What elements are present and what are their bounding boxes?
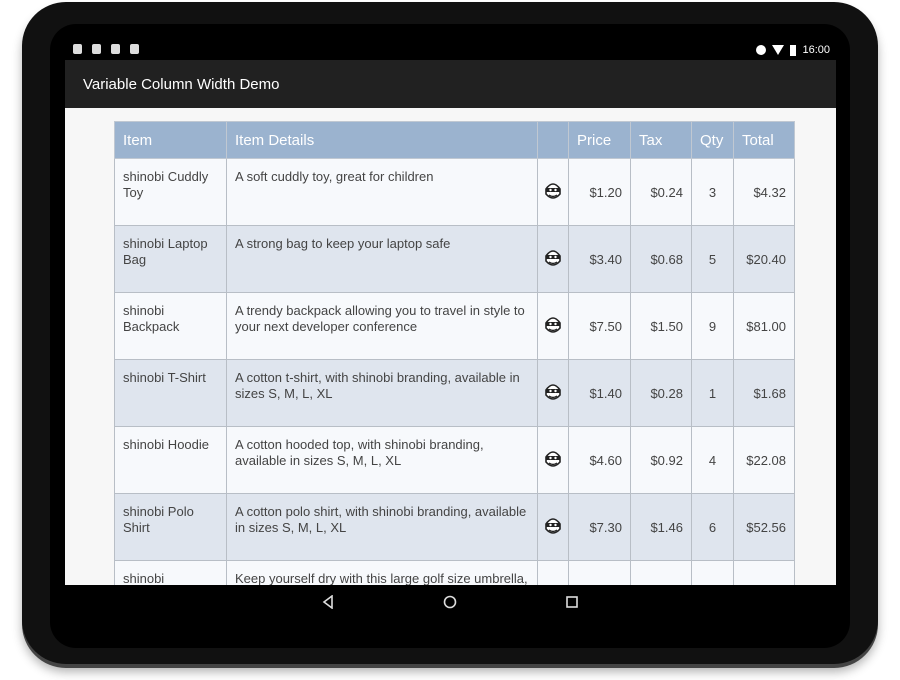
cell-details: A cotton polo shirt, with shinobi brandi…	[226, 493, 538, 561]
product-icon-cell	[537, 426, 569, 494]
cell-item: shinobi Hoodie	[114, 426, 227, 494]
screen: 16:00 Variable Column Width Demo Item Ite…	[65, 40, 836, 620]
cell-qty: 9	[691, 292, 734, 360]
cell-price: $7.50	[568, 292, 631, 360]
table-row[interactable]: shinobi T-Shirt A cotton t-shirt, with sh…	[114, 359, 795, 427]
column-header[interactable]: Qty	[691, 121, 734, 159]
table-row[interactable]: shinobi UmbrellaKeep yourself dry with t…	[114, 560, 795, 585]
cell-qty: 5	[691, 225, 734, 293]
cell-price: $1.40	[568, 359, 631, 427]
table-row[interactable]: shinobi Hoodie A cotton hooded top, with …	[114, 426, 795, 494]
table-row[interactable]: shinobi Cuddly Toy A soft cuddly toy, gre…	[114, 158, 795, 226]
cell-total: $81.00	[733, 292, 795, 360]
column-header[interactable]: Total	[733, 121, 795, 159]
clock: 16:00	[802, 44, 830, 56]
table-row[interactable]: shinobi Polo Shirt A cotton polo shirt, w…	[114, 493, 795, 561]
cell-qty: 4	[691, 426, 734, 494]
cell-price: $1.40	[568, 560, 631, 585]
cell-price: $7.30	[568, 493, 631, 561]
column-header[interactable]: Item	[114, 121, 227, 159]
ninja-icon	[545, 249, 561, 266]
poly-icon	[73, 44, 82, 54]
cell-price: $1.20	[568, 158, 631, 226]
column-header[interactable]	[537, 121, 569, 159]
ninja-icon	[545, 383, 561, 400]
back-icon[interactable]	[321, 595, 335, 609]
battery-icon	[790, 44, 797, 56]
status-bar: 16:00	[65, 40, 836, 60]
cell-details: A cotton hooded top, with shinobi brandi…	[226, 426, 538, 494]
cell-price: $3.40	[568, 225, 631, 293]
ninja-icon	[545, 316, 561, 333]
product-icon-cell	[537, 493, 569, 561]
product-icon-cell	[537, 560, 569, 585]
table-row[interactable]: shinobi Laptop Bag A strong bag to keep y…	[114, 225, 795, 293]
cell-item: shinobi Polo Shirt	[114, 493, 227, 561]
product-icon-cell	[537, 359, 569, 427]
cell-tax: $1.46	[630, 493, 692, 561]
column-header[interactable]: Tax	[630, 121, 692, 159]
cell-item: shinobi Cuddly Toy	[114, 158, 227, 226]
cell-tax: $0.92	[630, 426, 692, 494]
cell-total: $4.32	[733, 158, 795, 226]
table-row[interactable]: shinobi Backpack A trendy backpack allowi…	[114, 292, 795, 360]
cell-item: shinobi Umbrella	[114, 560, 227, 585]
cell-tax: $0.28	[630, 560, 692, 585]
do-not-disturb-icon	[756, 45, 767, 55]
cell-qty: 1	[691, 359, 734, 427]
product-icon-cell	[537, 158, 569, 226]
cell-details: A soft cuddly toy, great for children	[226, 158, 538, 226]
cell-item: shinobi Laptop Bag	[114, 225, 227, 293]
clipboard-icon	[130, 44, 139, 54]
cell-tax: $0.24	[630, 158, 692, 226]
download-icon	[92, 44, 101, 54]
cell-total: $22.08	[733, 426, 795, 494]
product-icon-cell	[537, 292, 569, 360]
navigation-bar	[65, 585, 836, 620]
cell-qty: 3	[691, 158, 734, 226]
cell-details: Keep yourself dry with this large golf s…	[226, 560, 538, 585]
cell-total: $52.56	[733, 493, 795, 561]
app-title: Variable Column Width Demo	[83, 76, 280, 93]
cell-total: $11.76	[733, 560, 795, 585]
ninja-icon	[545, 182, 561, 199]
cell-qty: 6	[691, 493, 734, 561]
android-icon	[111, 44, 120, 54]
product-icon-cell	[537, 225, 569, 293]
cell-qty: 7	[691, 560, 734, 585]
home-icon[interactable]	[443, 595, 457, 609]
cell-tax: $1.50	[630, 292, 692, 360]
cell-tax: $0.68	[630, 225, 692, 293]
ninja-icon	[545, 517, 561, 534]
ninja-icon	[545, 450, 561, 467]
cell-price: $4.60	[568, 426, 631, 494]
column-header[interactable]: Price	[568, 121, 631, 159]
cell-tax: $0.28	[630, 359, 692, 427]
app-bar: Variable Column Width Demo	[65, 60, 836, 108]
cell-details: A cotton t-shirt, with shinobi branding,…	[226, 359, 538, 427]
recents-icon[interactable]	[565, 595, 579, 609]
column-header[interactable]: Item Details	[226, 121, 538, 159]
table-container[interactable]: Item Item Details Price Tax Qty Total shinobi…	[65, 108, 836, 585]
wifi-icon	[772, 45, 785, 55]
data-grid: Item Item Details Price Tax Qty Total shinobi…	[114, 121, 795, 585]
cell-total: $1.68	[733, 359, 795, 427]
cell-item: shinobi T-Shirt	[114, 359, 227, 427]
cell-details: A strong bag to keep your laptop safe	[226, 225, 538, 293]
cell-details: A trendy backpack allowing you to travel…	[226, 292, 538, 360]
cell-item: shinobi Backpack	[114, 292, 227, 360]
cell-total: $20.40	[733, 225, 795, 293]
